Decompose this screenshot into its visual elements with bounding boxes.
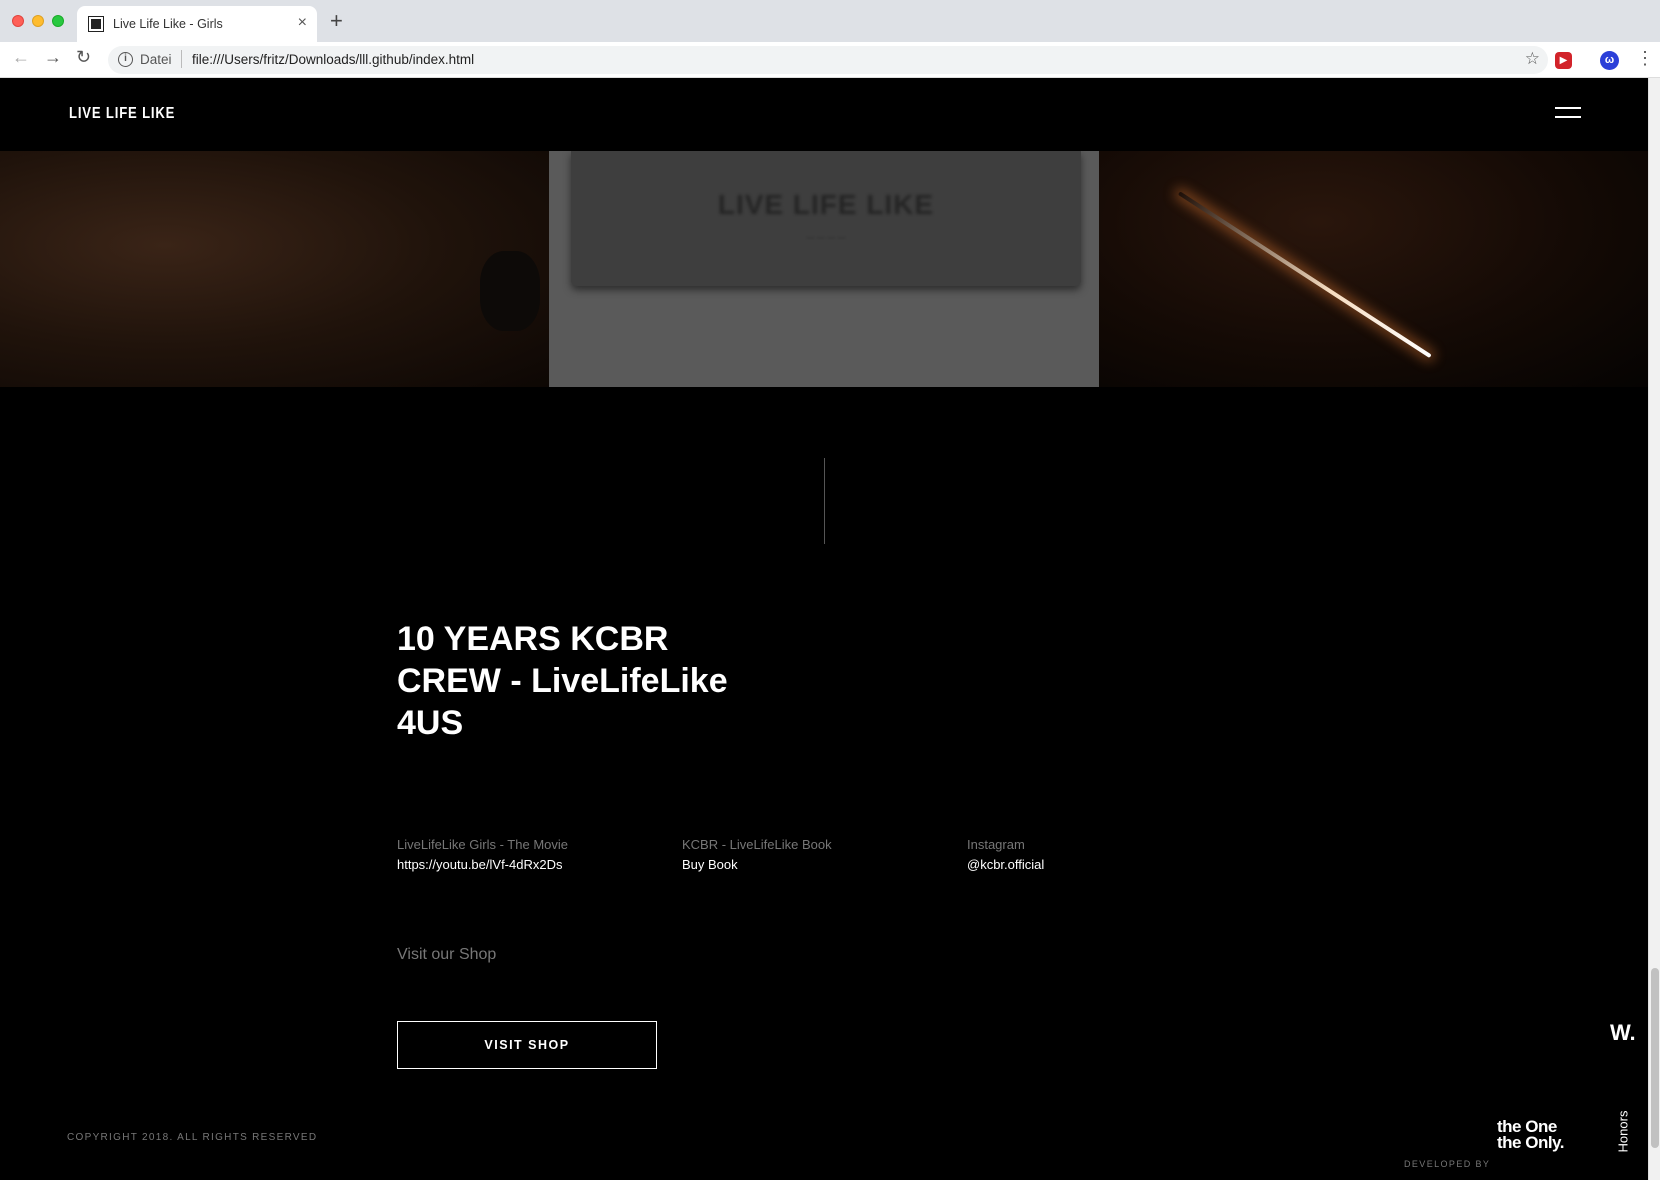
buy-book-link[interactable]: Buy Book — [682, 857, 832, 872]
browser-menu-icon[interactable]: ⋮ — [1636, 49, 1654, 67]
extension-icon-blue[interactable]: ω — [1600, 51, 1619, 70]
info-label: Instagram — [967, 837, 1025, 852]
url-scheme-label: Datei — [140, 52, 172, 67]
new-tab-button[interactable]: + — [330, 10, 343, 32]
hero-image-center: LIVE LIFE LIKE — — — — — [549, 151, 1099, 387]
browser-toolbar: ← → ↻ i Datei file:///Users/fritz/Downlo… — [0, 42, 1660, 78]
page-title: 10 YEARS KCBR CREW - LiveLifeLike 4US — [397, 620, 728, 742]
book-cover-subtitle: — — — — — [806, 233, 846, 242]
back-icon[interactable]: ← — [12, 48, 30, 66]
hero-gallery: LIVE LIFE LIKE — — — — — [0, 151, 1648, 387]
page-viewport: LIVE LIFE LIKE LIVE LIFE LIKE — — — — 10… — [0, 78, 1660, 1180]
hero-image-right — [1099, 151, 1648, 387]
tab-title: Live Life Like - Girls — [113, 17, 223, 31]
address-bar[interactable]: i Datei file:///Users/fritz/Downloads/ll… — [108, 46, 1548, 74]
book-cover-title: LIVE LIFE LIKE — [717, 189, 935, 220]
copyright-text: COPYRIGHT 2018. ALL RIGHTS RESERVED — [67, 1132, 318, 1143]
close-window-button[interactable] — [12, 15, 24, 27]
url-text[interactable]: file:///Users/fritz/Downloads/lll.github… — [192, 52, 474, 67]
browser-tab[interactable]: Live Life Like - Girls × — [77, 6, 317, 42]
shop-caption: Visit our Shop — [397, 946, 497, 963]
developer-name-line2: the Only. — [1497, 1133, 1564, 1152]
developed-by-label: DEVELOPED BY — [1404, 1159, 1491, 1169]
site-logo[interactable]: LIVE LIFE LIKE — [69, 105, 175, 123]
hamburger-menu-icon[interactable] — [1555, 107, 1581, 119]
honors-label[interactable]: Honors — [1615, 1111, 1630, 1153]
tab-close-icon[interactable]: × — [298, 14, 307, 32]
light-streak — [1177, 191, 1432, 359]
info-label: KCBR - LiveLifeLike Book — [682, 837, 832, 852]
hero-image-left — [0, 151, 549, 387]
developer-logo[interactable]: the One the Only. — [1497, 1118, 1564, 1152]
scrollbar-thumb[interactable] — [1651, 968, 1659, 1148]
url-separator — [181, 50, 182, 68]
site-header: LIVE LIFE LIKE — [0, 78, 1648, 151]
instagram-link[interactable]: @kcbr.official — [967, 857, 1044, 872]
maximize-window-button[interactable] — [52, 15, 64, 27]
reload-icon[interactable]: ↻ — [76, 48, 91, 66]
info-column-movie: LiveLifeLike Girls - The Movie https://y… — [397, 837, 568, 872]
vertical-divider — [824, 458, 825, 544]
w-badge-icon[interactable]: W. — [1610, 1020, 1636, 1046]
book-cover: LIVE LIFE LIKE — — — — — [571, 151, 1081, 286]
forward-icon[interactable]: → — [44, 48, 62, 66]
info-icon[interactable]: i — [118, 52, 133, 67]
info-column-book: KCBR - LiveLifeLike Book Buy Book — [682, 837, 832, 872]
visit-shop-button[interactable]: VISIT SHOP — [397, 1021, 657, 1069]
bookmark-star-icon[interactable]: ☆ — [1525, 49, 1540, 69]
favicon-icon — [88, 16, 104, 32]
info-label: LiveLifeLike Girls - The Movie — [397, 837, 568, 852]
minimize-window-button[interactable] — [32, 15, 44, 27]
browser-tabbar: Live Life Like - Girls × + — [0, 0, 1660, 42]
movie-link[interactable]: https://youtu.be/lVf-4dRx2Ds — [397, 857, 568, 872]
scrollbar[interactable] — [1648, 78, 1660, 1180]
info-column-instagram: Instagram @kcbr.official — [967, 837, 1044, 872]
extension-icon-red[interactable]: ▶ — [1555, 52, 1572, 69]
